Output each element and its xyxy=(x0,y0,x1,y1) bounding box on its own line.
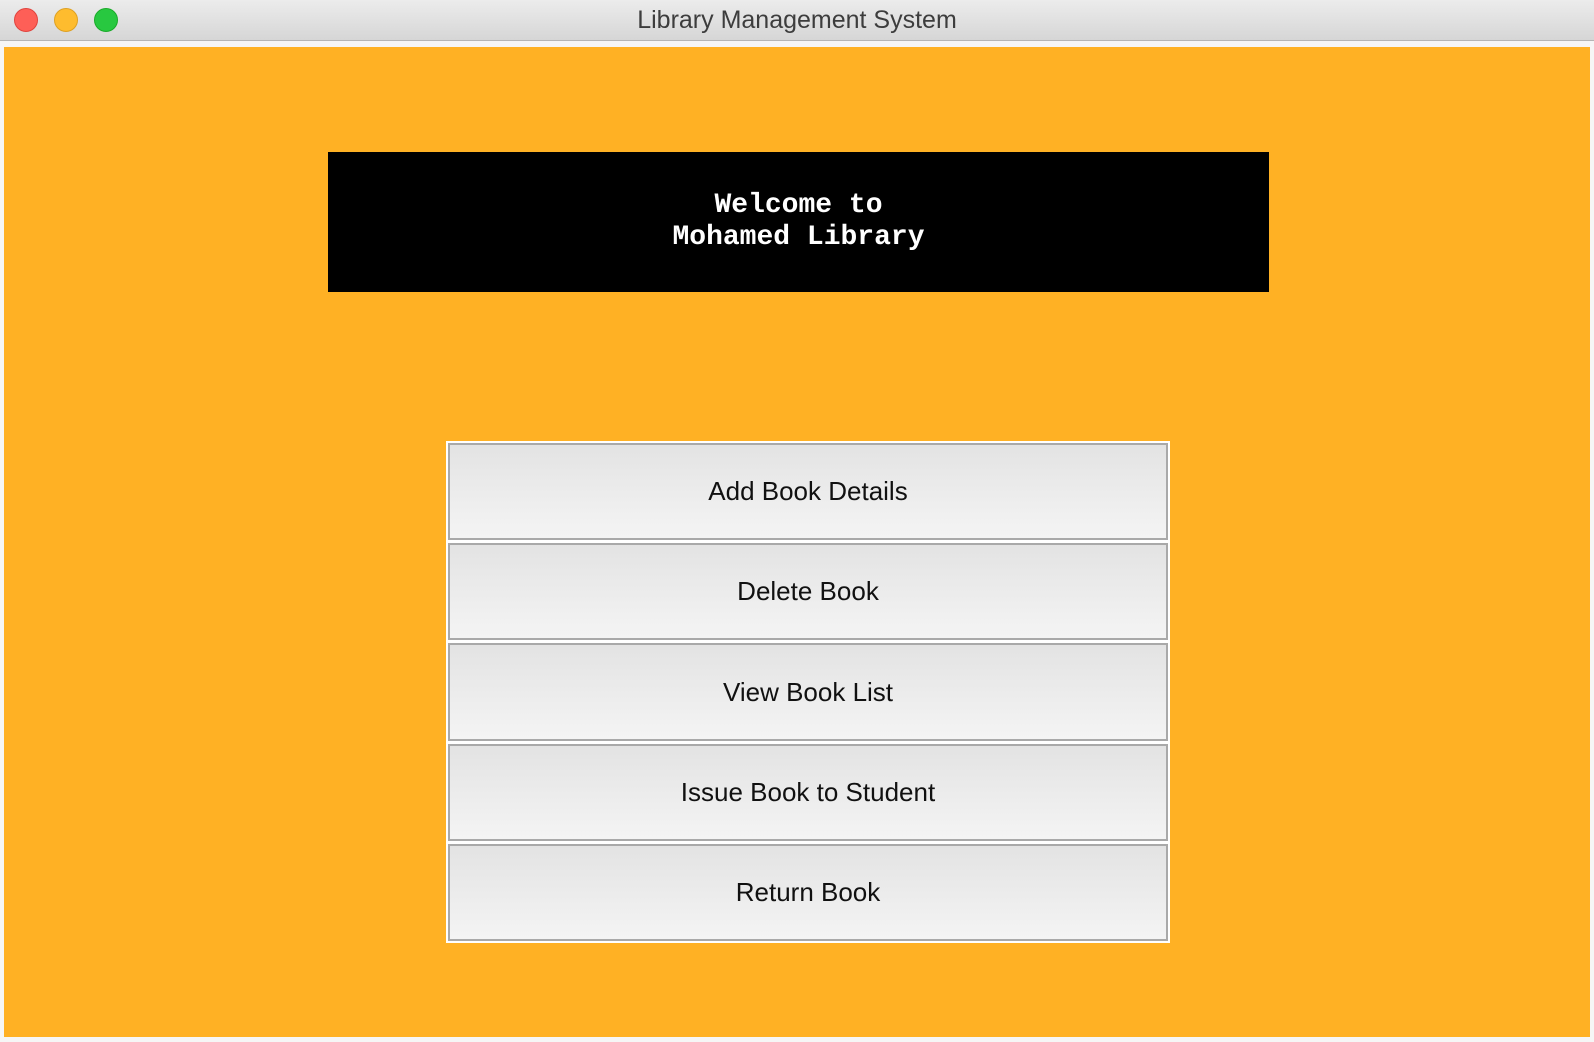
window-title: Library Management System xyxy=(637,6,957,34)
title-bar: Library Management System xyxy=(0,0,1594,41)
welcome-heading: Welcome to Mohamed Library xyxy=(672,190,925,253)
add-book-details-button[interactable]: Add Book Details xyxy=(448,443,1168,541)
view-book-list-button[interactable]: View Book List xyxy=(448,643,1168,741)
main-panel: Welcome to Mohamed Library Add Book Deta… xyxy=(4,47,1590,1037)
welcome-banner: Welcome to Mohamed Library xyxy=(328,152,1269,292)
delete-book-button[interactable]: Delete Book xyxy=(448,543,1168,641)
return-book-button[interactable]: Return Book xyxy=(448,843,1168,942)
issue-book-to-student-button[interactable]: Issue Book to Student xyxy=(448,743,1168,841)
app-window: Library Management System Welcome to Moh… xyxy=(0,0,1594,1042)
menu-button-group: Add Book Details Delete Book View Book L… xyxy=(446,441,1170,943)
